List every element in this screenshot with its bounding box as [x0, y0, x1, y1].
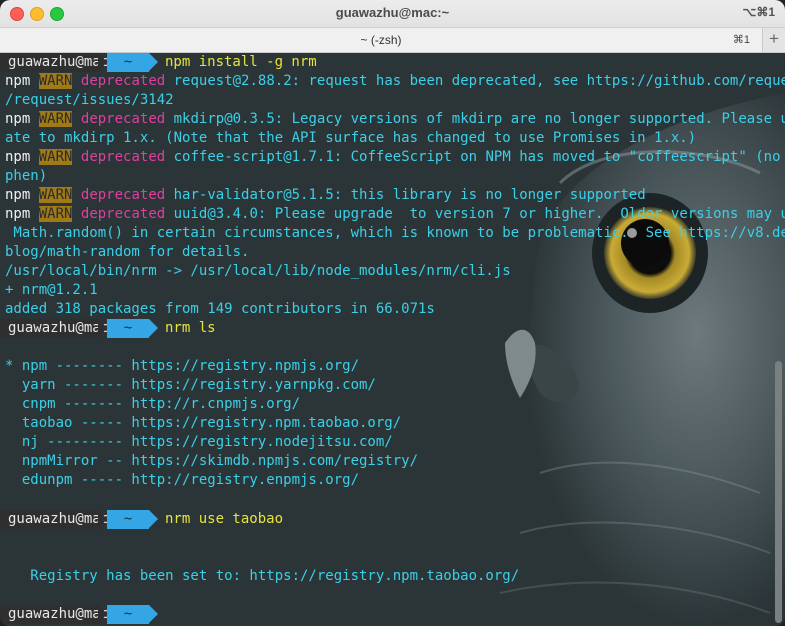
- tab-shortcut: ⌘1: [732, 34, 750, 46]
- prompt-user: guawazhu@mac: [0, 319, 109, 338]
- command-text: nrm ls: [165, 320, 216, 336]
- window-title: guawazhu@mac:~: [335, 5, 450, 20]
- prompt-separator: [98, 319, 107, 337]
- terminal-window: guawazhu@mac:~ ⌥⌘1 ~ (-zsh) ⌘1 + guawazh…: [0, 0, 785, 626]
- prompt-separator: [149, 319, 158, 337]
- prompt-separator: [149, 605, 158, 623]
- terminal-output: guawazhu@mac ~ npm install -g nrm npm WA…: [0, 53, 785, 626]
- tab-bar: ~ (-zsh) ⌘1 +: [0, 28, 785, 53]
- tab-title: ~ (-zsh): [360, 33, 402, 47]
- warn-badge: WARN: [38, 73, 73, 89]
- new-tab-button[interactable]: +: [763, 28, 785, 52]
- prompt-separator: [98, 605, 107, 623]
- warn-line: npm WARN deprecated uuid@3.4.0: Please u…: [5, 206, 785, 222]
- output-line: blog/math-random for details.: [5, 244, 250, 260]
- output-line: ate to mkdirp 1.x. (Note that the API su…: [5, 130, 697, 146]
- registry-line: * npm -------- https://registry.npmjs.or…: [5, 358, 360, 374]
- terminal-content[interactable]: guawazhu@mac ~ npm install -g nrm npm WA…: [0, 53, 785, 626]
- tab-zsh[interactable]: ~ (-zsh) ⌘1: [0, 28, 763, 52]
- output-line: /usr/local/bin/nrm -> /usr/local/lib/nod…: [5, 263, 511, 279]
- output-line: /request/issues/3142: [5, 92, 174, 108]
- prompt-directory: ~: [107, 319, 149, 338]
- warn-badge: WARN: [38, 187, 73, 203]
- prompt-directory: ~: [107, 510, 149, 529]
- warn-badge: WARN: [38, 111, 73, 127]
- command-text: npm install -g nrm: [165, 54, 317, 70]
- output-line: added 318 packages from 149 contributors…: [5, 301, 435, 317]
- window-shortcut: ⌥⌘1: [742, 5, 775, 19]
- registry-line: edunpm ----- http://registry.enpmjs.org/: [5, 472, 360, 488]
- title-bar[interactable]: guawazhu@mac:~ ⌥⌘1: [0, 0, 785, 28]
- prompt-separator: [98, 510, 107, 528]
- warn-badge: WARN: [38, 149, 73, 165]
- prompt-user: guawazhu@mac: [0, 605, 109, 624]
- prompt-directory: ~: [107, 53, 149, 72]
- command-text: nrm use taobao: [165, 511, 284, 527]
- prompt-user: guawazhu@mac: [0, 53, 109, 72]
- registry-line: nj --------- https://registry.nodejitsu.…: [5, 434, 393, 450]
- scrollbar-thumb[interactable]: [775, 361, 782, 623]
- warn-line: npm WARN deprecated coffee-script@1.7.1:…: [5, 149, 785, 165]
- warn-line: npm WARN deprecated har-validator@5.1.5:…: [5, 187, 646, 203]
- prompt-separator: [149, 510, 158, 528]
- prompt-separator: [149, 53, 158, 71]
- prompt-separator: [98, 53, 107, 71]
- registry-line: cnpm ------- http://r.cnpmjs.org/: [5, 396, 301, 412]
- output-line: Math.random() in certain circumstances, …: [5, 225, 785, 241]
- registry-line: npmMirror -- https://skimdb.npmjs.com/re…: [5, 453, 419, 469]
- warn-line: npm WARN deprecated mkdirp@0.3.5: Legacy…: [5, 111, 785, 127]
- registry-line: taobao ----- https://registry.npm.taobao…: [5, 415, 402, 431]
- prompt-directory: ~: [107, 605, 149, 624]
- prompt-user: guawazhu@mac: [0, 510, 109, 529]
- output-line: + nrm@1.2.1: [5, 282, 98, 298]
- output-line: Registry has been set to: https://regist…: [5, 568, 520, 584]
- warn-line: npm WARN deprecated request@2.88.2: requ…: [5, 73, 785, 89]
- registry-line: yarn ------- https://registry.yarnpkg.co…: [5, 377, 376, 393]
- warn-badge: WARN: [38, 206, 73, 222]
- output-line: phen): [5, 168, 48, 184]
